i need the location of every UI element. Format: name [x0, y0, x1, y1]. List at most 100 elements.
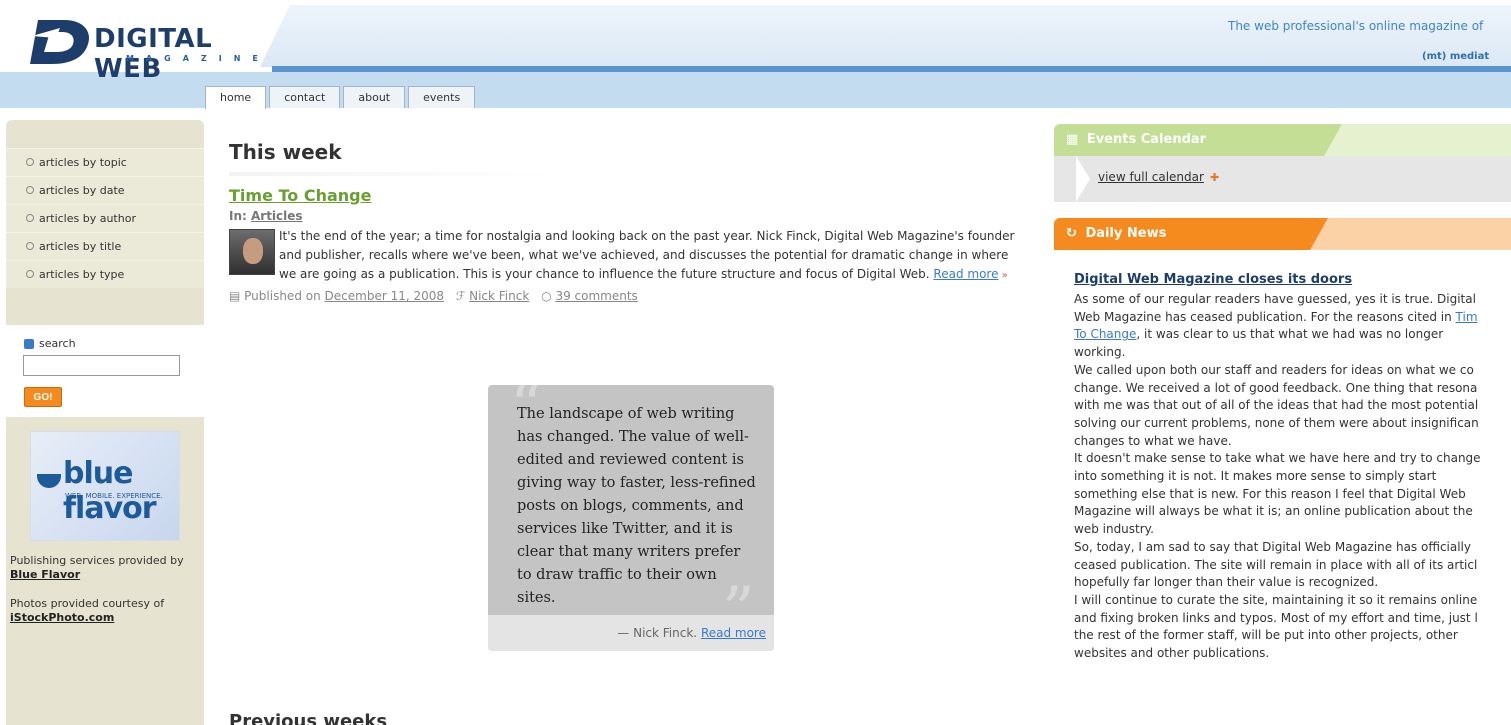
events-calendar-body: view full calendar ✚: [1054, 156, 1511, 202]
news-line: ceased publication. The site will remain…: [1074, 557, 1478, 572]
sidebar-item-date[interactable]: articles by date: [6, 176, 204, 204]
news-line: into something it is not. It makes more …: [1074, 469, 1437, 484]
search-label: search: [39, 337, 76, 350]
news-line: change. We received a lot of good feedba…: [1074, 380, 1478, 395]
category-link[interactable]: Articles: [251, 209, 303, 223]
search-heading: search: [24, 337, 76, 350]
article-teaser: It's the end of the year; a time for nos…: [229, 227, 1029, 285]
time-to-change-link-cont[interactable]: To Change: [1074, 327, 1136, 341]
banner-brand: blue flavor: [63, 456, 157, 526]
search-go-button[interactable]: GO!: [24, 387, 62, 407]
sidebar-item-label: articles by type: [39, 268, 125, 281]
bullet-icon: [26, 214, 34, 222]
add-calendar-icon[interactable]: ✚: [1210, 171, 1219, 184]
news-line: with me was that out of all of the ideas…: [1074, 398, 1479, 413]
search-input[interactable]: [23, 355, 180, 376]
news-body: As some of our regular readers have gues…: [1054, 291, 1511, 663]
main-tabs: home contact about events: [205, 86, 478, 109]
published-info: ▤ Published on December 11, 2008: [229, 289, 445, 303]
quote-text: The landscape of web writing has changed…: [517, 406, 756, 606]
comment-icon: ○: [541, 289, 552, 303]
logo-d-icon: [30, 20, 89, 64]
arrow-decoration: [1076, 156, 1090, 202]
news-line: websites and other publications.: [1074, 646, 1270, 661]
main-content: This week Time To Change In: Articles It…: [229, 140, 1029, 303]
bullet-icon: [26, 158, 34, 166]
article-summary: It's the end of the year; a time for nos…: [279, 229, 1015, 281]
daily-news-header: ↻ Daily News: [1054, 218, 1511, 250]
credit-text: Publishing services provided by: [10, 554, 184, 567]
published-prefix: Published on: [244, 289, 321, 303]
header-shade: [260, 5, 1511, 67]
search-panel: search GO!: [6, 325, 204, 417]
istockphoto-link[interactable]: iStockPhoto.com: [10, 611, 164, 625]
previous-weeks-title: Previous weeks: [229, 711, 388, 725]
title-divider: [229, 172, 559, 176]
header-shade: [1310, 218, 1511, 250]
sidebar-item-label: articles by topic: [39, 156, 127, 169]
blue-flavor-logo-icon: [37, 474, 61, 488]
tab-home[interactable]: home: [205, 86, 267, 109]
person-icon: ℱ: [455, 289, 466, 303]
news-line: web industry.: [1074, 522, 1154, 537]
news-line-text: , it was clear to us that what we had wa…: [1136, 327, 1444, 342]
news-line: changes to what we have.: [1074, 433, 1232, 448]
article-category: In: Articles: [229, 209, 1029, 223]
left-sidebar: articles by topic articles by date artic…: [6, 120, 204, 725]
blue-flavor-banner[interactable]: blue flavor WEB. MOBILE. EXPERIENCE.: [30, 431, 180, 541]
tab-about[interactable]: about: [343, 86, 406, 108]
site-header: DIGITAL WEB MAGAZINE The web professiona…: [0, 0, 1511, 109]
blue-flavor-link[interactable]: Blue Flavor: [10, 568, 184, 582]
news-line: hopefully far longer than their value is…: [1074, 575, 1379, 590]
sidebar-item-title[interactable]: articles by title: [6, 232, 204, 260]
sidebar-item-topic[interactable]: articles by topic: [6, 148, 204, 176]
news-line: solving our current problems, none of th…: [1074, 415, 1479, 430]
header-shade: [1324, 124, 1511, 156]
category-prefix: In:: [229, 209, 251, 223]
news-line: Magazine will always be what it is; an o…: [1074, 504, 1473, 519]
sidebar-item-type[interactable]: articles by type: [6, 260, 204, 288]
news-line-text: Web Magazine has ceased publication. For…: [1074, 309, 1456, 324]
search-icon: [24, 338, 34, 349]
tab-events[interactable]: events: [408, 86, 476, 108]
news-line: something else that is new. For this rea…: [1074, 486, 1466, 501]
tab-contact[interactable]: contact: [269, 86, 341, 108]
news-line: Web Magazine has ceased publication. For…: [1074, 309, 1511, 327]
news-title: Daily News: [1085, 226, 1167, 241]
sidebar-item-author[interactable]: articles by author: [6, 204, 204, 232]
avatar-face: [243, 238, 263, 264]
sidebar-item-label: articles by title: [39, 240, 122, 253]
news-line: As some of our regular readers have gues…: [1074, 292, 1476, 306]
refresh-icon: ↻: [1066, 226, 1077, 241]
comments-link[interactable]: 39 comments: [555, 289, 637, 303]
time-to-change-link[interactable]: Tim: [1456, 310, 1478, 324]
bullet-icon: [26, 186, 34, 194]
comments-info: ○ 39 comments: [541, 289, 638, 303]
site-tagline: The web professional's online magazine o…: [1228, 19, 1484, 33]
read-more-link[interactable]: Read more: [933, 267, 998, 281]
arrow-icon: »: [998, 270, 1008, 281]
news-line: and fixing broken links and typos. Most …: [1074, 610, 1478, 625]
credit-text: Photos provided courtesy of: [10, 597, 165, 610]
publish-date-link[interactable]: December 11, 2008: [325, 289, 444, 303]
news-line: It doesn't make sense to take what we ha…: [1074, 451, 1481, 466]
article-title-link[interactable]: Time To Change: [229, 186, 1029, 205]
view-calendar-link[interactable]: view full calendar: [1098, 170, 1204, 184]
quote-attribution: — Nick Finck.: [617, 626, 698, 640]
news-headline-link[interactable]: Digital Web Magazine closes its doors: [1054, 272, 1511, 287]
site-logo[interactable]: DIGITAL WEB MAGAZINE: [30, 14, 260, 84]
author-avatar: [229, 229, 275, 275]
author-link[interactable]: Nick Finck: [469, 289, 529, 303]
hosting-sponsor-link[interactable]: (mt) mediat: [1422, 51, 1489, 62]
article-meta: ▤ Published on December 11, 2008 ℱ Nick …: [229, 289, 1029, 303]
quote-read-more-link[interactable]: Read more: [701, 626, 766, 640]
sidebar-item-label: articles by author: [39, 212, 136, 225]
news-line: working.: [1074, 345, 1126, 360]
news-line: We called upon both our staff and reader…: [1074, 362, 1474, 377]
events-title: Events Calendar: [1086, 132, 1207, 147]
right-column: ▦ Events Calendar view full calendar ✚ ↻…: [1054, 124, 1511, 663]
sidebar-item-label: articles by date: [39, 184, 125, 197]
news-line: To Change, it was clear to us that what …: [1074, 326, 1511, 344]
sidebar-nav: articles by topic articles by date artic…: [6, 148, 204, 288]
